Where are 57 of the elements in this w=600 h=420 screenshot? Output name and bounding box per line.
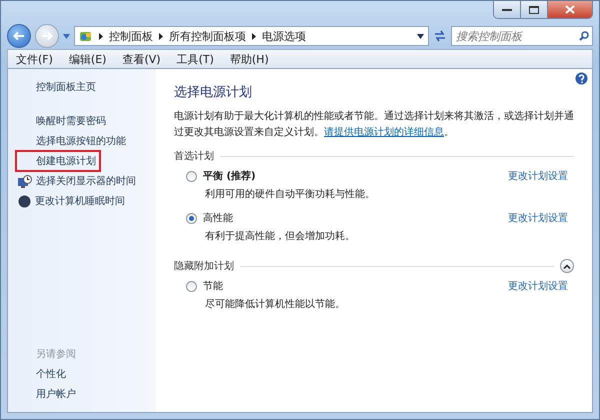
sidebar-link[interactable]: 用户帐户: [16, 384, 156, 404]
moon-icon: [18, 194, 31, 208]
address-bar[interactable]: 控制面板 所有控制面板项 电源选项: [74, 26, 429, 46]
sidebar-link[interactable]: 选择关闭显示器的时间: [16, 171, 156, 191]
plan-name: 平衡 (推荐): [203, 170, 256, 183]
page-title: 选择电源计划: [174, 84, 253, 101]
minimize-icon: [502, 8, 512, 12]
close-button[interactable]: [547, 1, 592, 18]
plan-description: 尽可能降低计算机性能以节能。: [204, 298, 346, 311]
forward-arrow-icon: [41, 31, 53, 41]
section-heading: 隐藏附加计划: [174, 260, 234, 273]
breadcrumb-item[interactable]: 控制面板: [109, 28, 153, 44]
plan-radio[interactable]: [186, 170, 197, 182]
menu-item[interactable]: 查看(V): [114, 52, 169, 66]
collapse-button[interactable]: [560, 259, 574, 273]
minimize-button[interactable]: [494, 1, 520, 18]
details-link[interactable]: 请提供电源计划的详细信息: [324, 127, 444, 138]
plan-name: 高性能: [203, 212, 233, 225]
chevron-right-icon: [99, 32, 103, 40]
menu-item[interactable]: 工具(T): [168, 52, 222, 66]
search-icon: [579, 31, 589, 41]
help-icon[interactable]: [575, 72, 588, 85]
dropdown-icon[interactable]: [417, 34, 424, 38]
see-also-heading: 另请参阅: [35, 348, 77, 362]
maximize-icon: [529, 6, 539, 14]
sidebar-link[interactable]: 更改计算机睡眠时间: [16, 191, 156, 211]
plan-radio[interactable]: [186, 212, 197, 224]
sidebar-link[interactable]: 创建电源计划: [16, 151, 100, 171]
plan-description: 有利于提高性能，但会增加功耗。: [204, 230, 356, 243]
chevron-right-icon: [252, 32, 256, 40]
monitor-clock-icon: [18, 174, 32, 188]
plan-description: 利用可用的硬件自动平衡功耗与性能。: [204, 188, 376, 201]
chevron-right-icon: [159, 32, 163, 40]
change-settings-link[interactable]: 更改计划设置: [508, 279, 568, 293]
control-panel-icon: [79, 30, 93, 42]
intro-text: 电源计划有助于最大化计算机的性能或者节能。通过选择计划来将其激活，或选择计划并通过更改其电源设置来自定义计划。请提供电源计划的详细信息。: [174, 110, 574, 140]
caret-up-icon: [563, 264, 571, 268]
sidebar-link[interactable]: 控制面板主页: [16, 77, 156, 97]
close-icon: [565, 5, 575, 14]
menu-item[interactable]: 文件(F): [8, 52, 61, 66]
section-heading: 首选计划: [174, 150, 214, 163]
menu-item[interactable]: 编辑(E): [60, 52, 114, 66]
maximize-button[interactable]: [520, 1, 547, 18]
back-arrow-icon: [13, 31, 25, 41]
menu-item[interactable]: 帮助(H): [222, 52, 277, 66]
change-settings-link[interactable]: 更改计划设置: [508, 169, 568, 183]
back-button[interactable]: [7, 24, 31, 48]
plan-name: 节能: [203, 280, 223, 293]
search-field[interactable]: 搜索控制面板: [451, 26, 593, 46]
breadcrumb-item[interactable]: 电源选项: [262, 28, 306, 44]
refresh-icon[interactable]: [433, 29, 447, 43]
sidebar-link[interactable]: 个性化: [16, 364, 156, 384]
breadcrumb-item[interactable]: 所有控制面板项: [169, 28, 246, 44]
sidebar-link[interactable]: 选择电源按钮的功能: [16, 131, 156, 151]
plan-radio[interactable]: [186, 280, 197, 292]
sidebar-link[interactable]: 唤醒时需要密码: [16, 111, 156, 131]
change-settings-link[interactable]: 更改计划设置: [508, 211, 568, 225]
